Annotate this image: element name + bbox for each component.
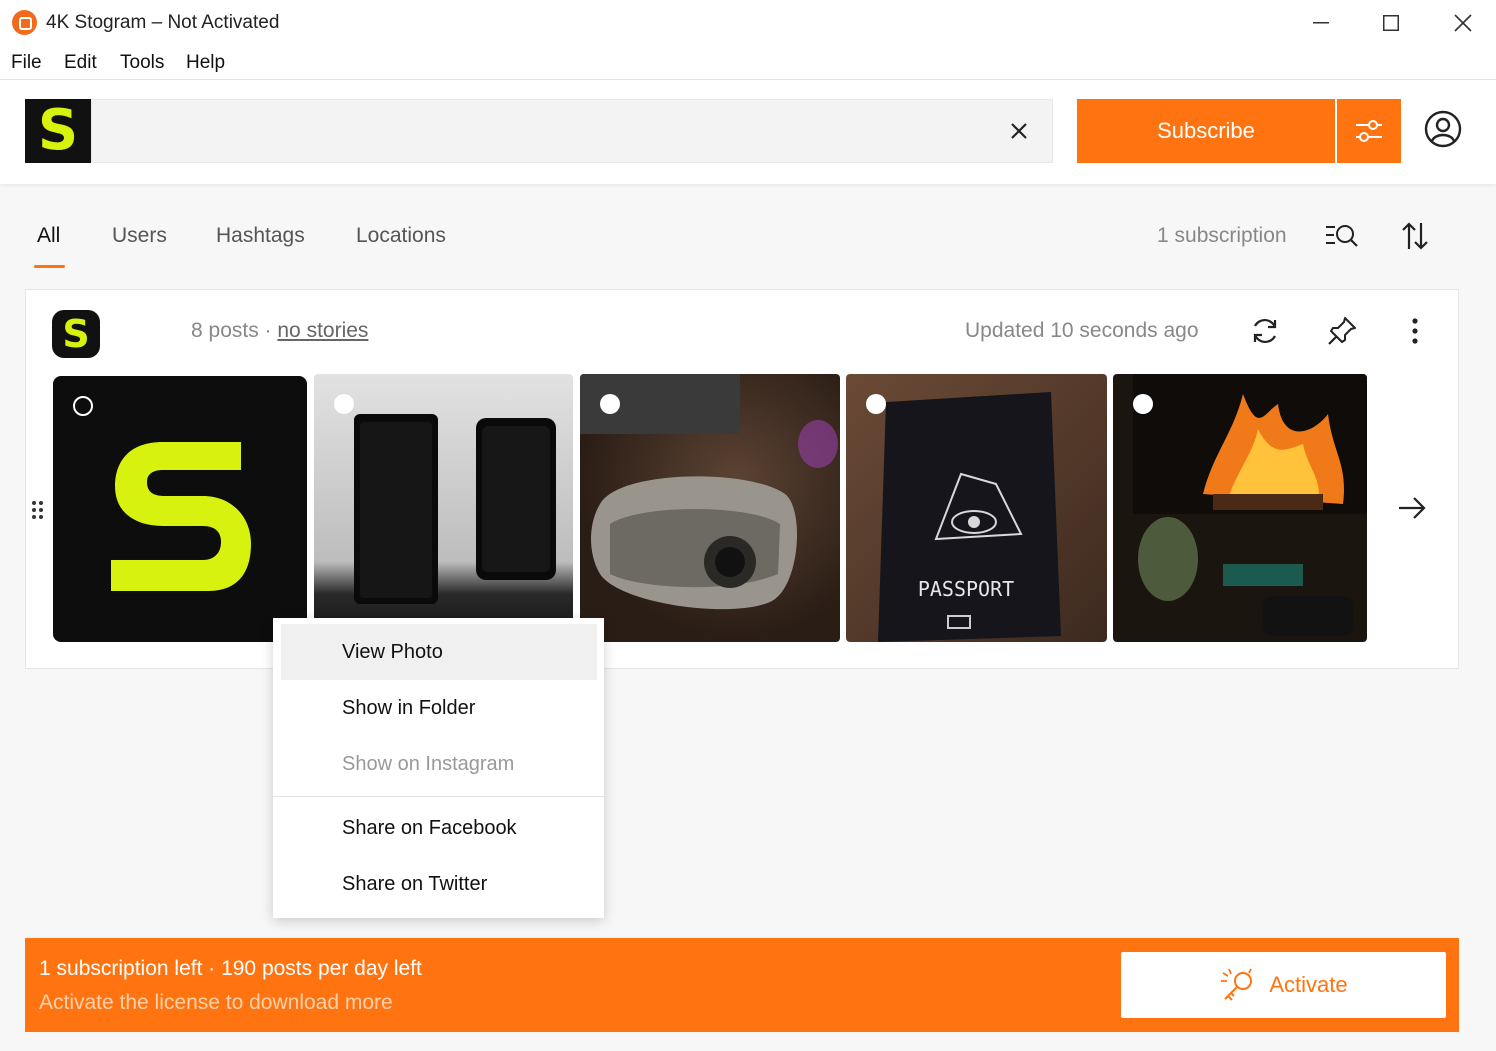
menu-show-on-instagram: Show on Instagram [342,752,515,775]
app-icon [12,10,37,35]
sliders-icon [1356,120,1382,142]
menu-tools[interactable]: Tools [120,52,164,74]
filter-settings-button[interactable] [1337,99,1401,163]
activate-hint: Activate the license to download more [39,991,393,1014]
menu-show-in-folder[interactable]: Show in Folder [281,680,597,736]
drag-handle[interactable] [31,500,45,520]
minimize-button[interactable] [1288,0,1354,46]
sort-arrows-icon [1402,222,1428,250]
subscription-count: 1 subscription [1157,224,1287,247]
context-menu: View Photo Show in Folder Show on Instag… [273,618,604,918]
account-button[interactable] [1424,110,1462,148]
maximize-button[interactable] [1358,0,1424,46]
more-options-button[interactable] [1411,317,1419,345]
activate-button[interactable]: Activate [1121,952,1446,1018]
menu-view-photo[interactable]: View Photo [281,624,597,680]
key-icon [1221,968,1253,1001]
window-title: 4K Stogram – Not Activated [46,12,280,33]
activate-label: Activate [1269,972,1348,997]
activation-banner: 1 subscription left · 190 posts per day … [25,938,1459,1032]
passport-image: PASSPORT [878,392,1061,642]
sort-button[interactable] [1401,221,1429,251]
search-subscriptions-button[interactable] [1324,222,1360,250]
passport-cover-text: PASSPORT [918,577,1014,601]
stogram-logo: S [25,99,91,163]
tab-all[interactable]: All [37,224,60,248]
active-tab-indicator [34,265,65,268]
posts-info: 8 posts · no stories [191,319,368,343]
tab-users[interactable]: Users [112,224,167,248]
limits-text: 1 subscription left · 190 posts per day … [39,957,422,980]
user-account-icon [1424,110,1462,148]
more-vertical-icon [1412,318,1418,344]
close-button[interactable] [1430,0,1496,46]
dxo-camera-image [580,374,838,610]
menu-separator [273,796,604,797]
pin-button[interactable] [1326,315,1358,347]
clear-search-button[interactable] [1010,114,1028,147]
list-search-icon [1326,225,1358,247]
stogram-logo-image [111,442,251,591]
two-phones-image [354,414,556,604]
drag-dots-icon [32,501,43,519]
stories-link[interactable]: no stories [277,319,368,342]
select-checkbox[interactable] [600,394,620,414]
next-posts-button[interactable] [1396,492,1428,529]
post-thumbnail[interactable] [580,374,840,642]
search-input[interactable] [102,110,982,154]
arrow-right-icon [1399,497,1426,519]
menu-share-facebook[interactable]: Share on Facebook [281,800,597,856]
avatar-letter: S [62,312,90,356]
post-thumbnail[interactable] [53,376,307,642]
menu-bar: File Edit Tools Help [0,46,1496,80]
select-checkbox[interactable] [1133,394,1153,414]
post-thumbnail[interactable] [1113,374,1367,642]
logo-letter: S [37,98,79,163]
select-checkbox[interactable] [866,394,886,414]
search-box [91,99,1053,163]
menu-edit[interactable]: Edit [64,52,97,74]
maximize-icon [1383,15,1399,31]
post-thumbnail[interactable] [314,374,573,642]
title-bar: 4K Stogram – Not Activated [0,0,1496,46]
posts-count: 8 posts · [191,319,278,342]
post-thumbnail[interactable]: PASSPORT [846,374,1107,642]
updated-status: Updated 10 seconds ago [965,319,1199,342]
menu-help[interactable]: Help [186,52,225,74]
select-checkbox[interactable] [73,396,93,416]
fireplace-image [1133,374,1367,636]
close-icon [1454,14,1472,32]
close-icon [1011,123,1027,139]
menu-file[interactable]: File [11,52,42,74]
pin-icon [1328,317,1356,345]
menu-share-twitter[interactable]: Share on Twitter [281,856,597,912]
refresh-icon [1253,318,1277,344]
tab-hashtags[interactable]: Hashtags [216,224,305,248]
minimize-icon [1313,22,1329,24]
select-checkbox[interactable] [334,394,354,414]
subscribe-button[interactable]: Subscribe [1077,99,1335,163]
refresh-button[interactable] [1250,316,1280,346]
account-avatar: S [52,310,100,358]
tab-locations[interactable]: Locations [356,224,446,248]
toolbar: S Subscribe [0,80,1496,184]
